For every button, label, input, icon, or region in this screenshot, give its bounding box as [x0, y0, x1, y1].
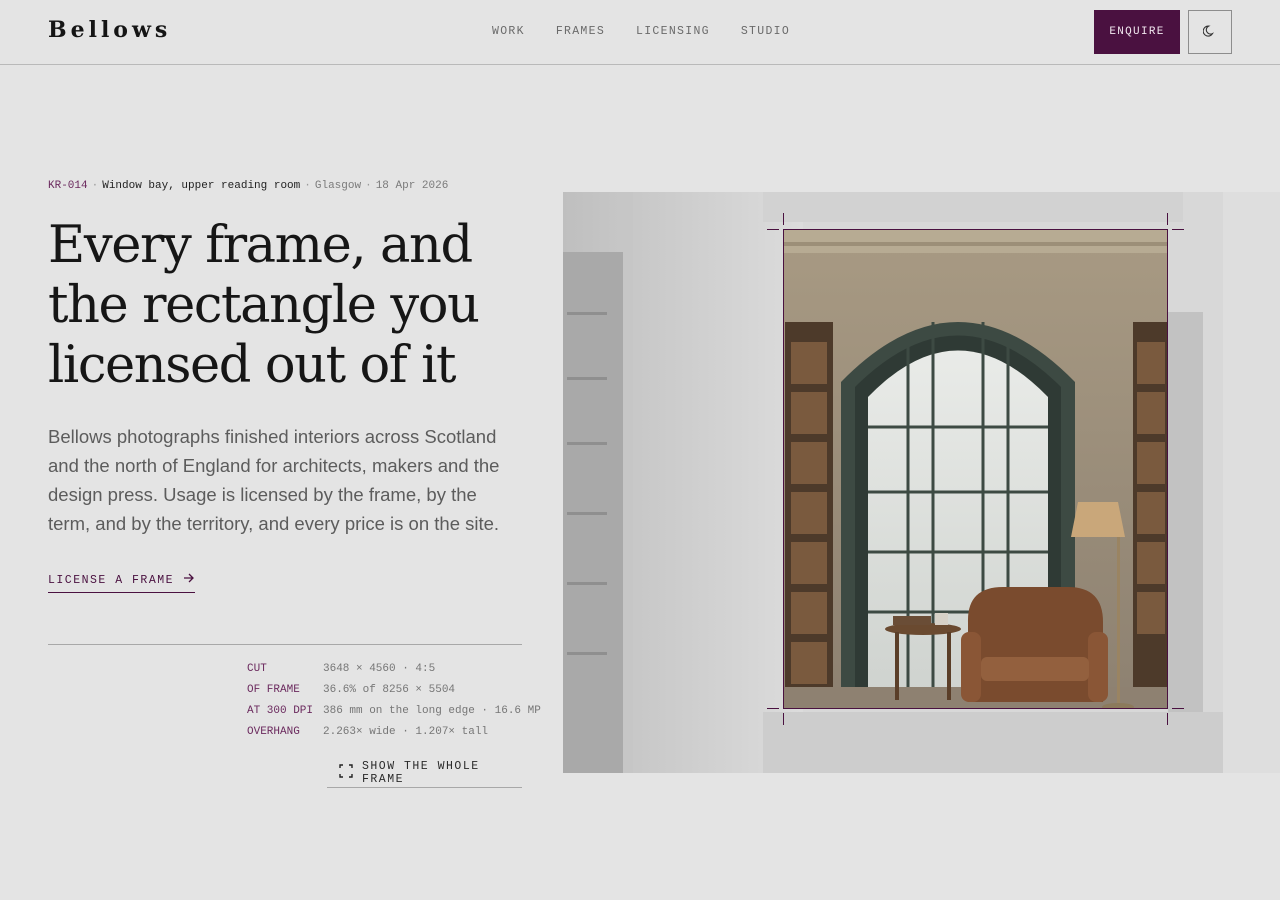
spec-row: AT 300 DPI 386 mm on the long edge · 16.6… [247, 702, 541, 723]
main-nav: WORK FRAMES LICENSING STUDIO [492, 25, 821, 38]
intro-paragraph: Bellows photographs finished interiors a… [48, 426, 500, 534]
frame-photo [563, 192, 1280, 773]
meta-separator: · [304, 180, 311, 192]
spec-value: 2.263× wide · 1.207× tall [323, 726, 489, 738]
license-frame-link[interactable]: LICENSE A FRAME [48, 573, 196, 593]
spec-row: OVERHANG 2.263× wide · 1.207× tall [247, 723, 541, 744]
site-header: Bellows WORK FRAMES LICENSING STUDIO ENQ… [0, 0, 1280, 65]
enquire-button[interactable]: ENQUIRE [1094, 10, 1180, 54]
show-whole-frame-label: SHOW THE WHOLE FRAME [362, 759, 480, 786]
brand-logo[interactable]: Bellows [48, 17, 171, 43]
expand-icon [339, 763, 353, 782]
frame-code: KR-014 [48, 180, 88, 192]
licensed-crop-image [783, 229, 1168, 709]
spec-key: OF FRAME [247, 684, 300, 696]
license-frame-label: LICENSE A FRAME [48, 573, 175, 587]
nav-studio[interactable]: STUDIO [741, 25, 790, 38]
arrow-right-icon [183, 573, 195, 587]
nav-frames[interactable]: FRAMES [556, 25, 605, 38]
spec-value: 36.6% of 8256 × 5504 [323, 684, 456, 696]
nav-licensing[interactable]: LICENSING [636, 25, 710, 38]
meta-separator: · [365, 180, 372, 192]
show-whole-frame-button[interactable]: SHOW THE WHOLE FRAME [327, 758, 522, 788]
moon-icon [1202, 24, 1217, 41]
frame-date: 18 Apr 2026 [375, 180, 449, 192]
spec-row: CUT 3648 × 4560 · 4:5 [247, 660, 541, 681]
photo-meta: KR-014 · Window bay, upper reading room · Gl… [48, 180, 448, 192]
spec-key: OVERHANG [247, 726, 300, 738]
theme-toggle-button[interactable] [1188, 10, 1232, 54]
nav-work[interactable]: WORK [492, 25, 525, 38]
frame-title: Window bay, upper reading room [102, 180, 301, 192]
spec-key: CUT [247, 663, 267, 675]
page-title: Every frame, and the rectangle you licen… [48, 216, 480, 395]
frame-place: Glasgow [314, 180, 362, 192]
spec-value: 3648 × 4560 · 4:5 [323, 663, 436, 675]
spec-value: 386 mm on the long edge · 16.6 MP [323, 705, 541, 717]
spec-row: OF FRAME 36.6% of 8256 × 5504 [247, 681, 541, 702]
spec-key: AT 300 DPI [247, 705, 314, 717]
crop-spec-table: CUT 3648 × 4560 · 4:5 OF FRAME 36.6% of 82… [247, 660, 541, 744]
meta-separator: · [91, 180, 99, 192]
divider [48, 644, 522, 645]
